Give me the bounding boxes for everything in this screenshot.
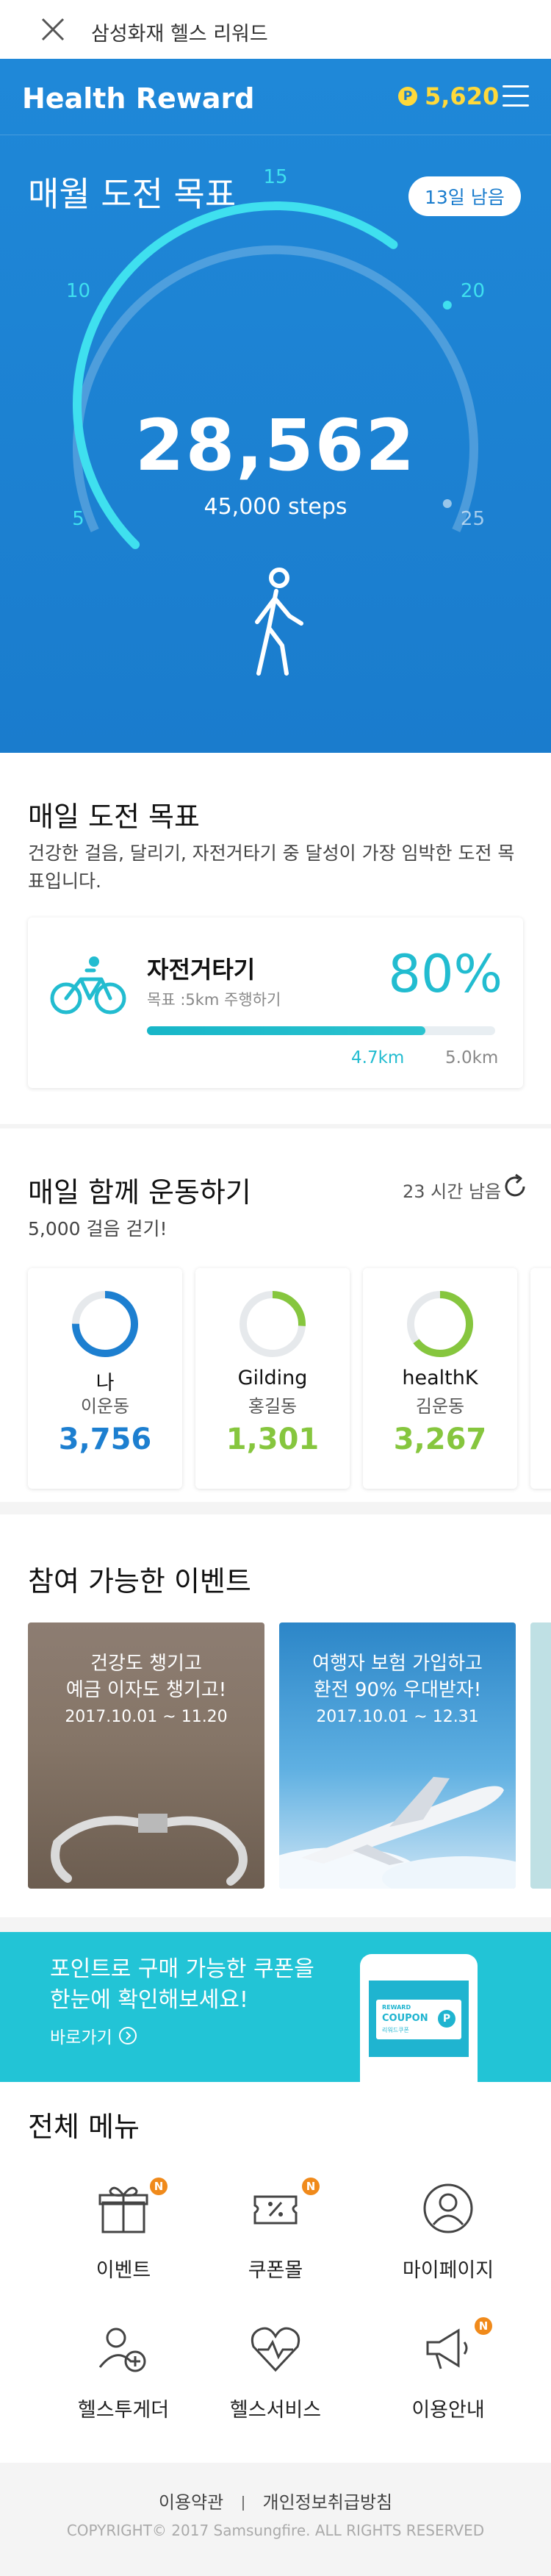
health-together-icon [98,2328,146,2372]
gauge-scale-label: 20 [461,280,485,302]
terms-link[interactable]: 이용약관 [159,2492,223,2513]
menu-item-label: 마이페이지 [402,2259,494,2282]
event-card-title: 건강도 챙기고 예금 이자도 챙기고! [65,1653,227,1701]
gauge-tick-dot [442,301,452,310]
coupon-ticket: REWARD COUPON 리워드쿠폰 P [376,2000,461,2039]
friend-progress-ring [407,1291,473,1357]
close-icon[interactable] [40,16,66,43]
menu-title: 전체 메뉴 [28,2111,140,2143]
event-card-partial[interactable] [530,1622,551,1889]
footer-links: 이용약관 개인정보취급방침 [0,2488,551,2514]
friend-realname: 이운동 [80,1396,130,1417]
goal-steps: 45,000 steps [204,494,347,520]
menu-item-label: 이용안내 [411,2399,485,2422]
arrow-circle-icon [118,2027,137,2044]
friend-nickname: Gilding [237,1367,308,1389]
activity-progress-fill [147,1026,426,1035]
activity-name: 자전거타기 [147,956,256,984]
footer-divider [242,2496,244,2511]
health-service-icon [251,2327,300,2372]
menu-item-label: 헬스투게더 [77,2399,170,2422]
menu-item-health-together[interactable]: 헬스투게더 [50,2320,197,2430]
copyright: COPYRIGHT© 2017 Samsungfire. ALL RIGHTS … [66,2522,485,2539]
friend-steps: 3,756 [58,1423,152,1456]
new-badge: N [150,2178,168,2195]
friend-progress-ring [240,1291,306,1357]
menu-item-my-page[interactable]: 마이페이지 [375,2180,522,2291]
event-card[interactable]: 건강도 챙기고 예금 이자도 챙기고! 2017.10.01 ~ 11.20 [28,1622,264,1889]
gauge-tick-dot [271,201,280,210]
new-badge: N [302,2178,320,2195]
daily-goal-title: 매일 도전 목표 [28,801,200,833]
event-icon [98,2186,148,2233]
event-card-date: 2017.10.01 ~ 12.31 [316,1708,479,1726]
activity-percent: 80% [388,944,503,1004]
daily-goal-card[interactable]: 자전거타기 목표 :5km 주행하기 80% 4.7km 5.0km [28,917,523,1088]
friend-card-partial[interactable] [530,1268,551,1489]
activity-current: 4.7km [351,1048,405,1067]
daily-goal-section: 매일 도전 목표 건강한 걸음, 달리기, 자전거타기 중 달성이 가장 임박한… [0,753,551,1124]
coupon-banner[interactable]: 포인트로 구매 가능한 쿠폰을 한눈에 확인해보세요! 바로가기 REWARD C… [0,1932,551,2082]
friend-nickname: healthK [402,1367,478,1389]
friend-card[interactable]: 나 이운동 3,756 [28,1268,182,1489]
new-badge: N [475,2317,492,2335]
walking-person-icon [255,568,303,676]
friend-card[interactable]: Gilding 홍길동 1,301 [195,1268,350,1489]
friend-steps: 3,267 [393,1423,487,1456]
top-bar-title: 삼성화재 헬스 리워드 [91,23,268,46]
privacy-link[interactable]: 개인정보취급방침 [262,2492,392,2513]
airplane-image [279,1777,516,1889]
activity-target: 목표 :5km 주행하기 [147,991,281,1009]
guide-icon [426,2328,468,2369]
bicycle-handlebar-image [51,1814,248,1886]
activity-max: 5.0km [445,1048,499,1067]
menu-item-health-service[interactable]: 헬스서비스 [202,2320,349,2430]
friend-realname: 김운동 [415,1396,465,1417]
event-card-title: 여행자 보험 가입하고 환전 90% 우대받자! [312,1653,483,1701]
daily-goal-desc: 건강한 걸음, 달리기, 자전거타기 중 달성이 가장 임박한 도전 목표입니다… [28,842,515,892]
footer: 이용약관 개인정보취급방침 COPYRIGHT© 2017 Samsungfir… [0,2463,551,2576]
coupon-mall-icon [253,2195,298,2225]
activity-progress-bar [147,1026,495,1035]
my-page-icon [423,2183,473,2233]
current-steps: 28,562 [134,404,417,487]
gauge-track [73,245,478,532]
menu-item-label: 쿠폰몰 [248,2259,303,2282]
monthly-challenge-panel: Health Reward P 5,620 매월 도전 목표 13일 남음 51… [0,59,551,753]
event-card[interactable]: 여행자 보험 가입하고 환전 90% 우대받자! 2017.10.01 ~ 12.… [279,1622,516,1889]
banner-text: 포인트로 구매 가능한 쿠폰을 한눈에 확인해보세요! [50,1956,314,2013]
time-left: 23 시간 남음 [403,1181,502,1202]
top-bar: 삼성화재 헬스 리워드 [0,0,551,59]
menu-item-label: 헬스서비스 [229,2399,322,2422]
friend-realname: 홍길동 [248,1396,298,1417]
friend-steps: 1,301 [226,1423,320,1456]
menu-item-event[interactable]: N 이벤트 [50,2178,197,2291]
phone-illustration: REWARD COUPON 리워드쿠폰 P [360,1954,478,2082]
menu-item-guide[interactable]: N 이용안내 [375,2317,522,2430]
events-title: 참여 가능한 이벤트 [28,1565,251,1598]
gauge-scale-label: 15 [263,166,287,188]
menu-item-coupon-mall[interactable]: N 쿠폰몰 [202,2178,349,2291]
gauge-scale-label: 10 [66,280,90,302]
bicycle-icon [50,956,126,1015]
friend-card[interactable]: healthK 김운동 3,267 [363,1268,517,1489]
menu-item-label: 이벤트 [96,2259,151,2282]
banner-link[interactable]: 바로가기 [50,2023,137,2048]
together-desc: 5,000 걸음 걷기! [28,1218,168,1239]
event-card-date: 2017.10.01 ~ 11.20 [65,1708,228,1726]
refresh-icon[interactable] [501,1173,529,1201]
gauge-tick-dot [99,301,109,310]
together-title: 매일 함께 운동하기 [28,1176,251,1209]
friend-progress-ring [72,1291,138,1357]
